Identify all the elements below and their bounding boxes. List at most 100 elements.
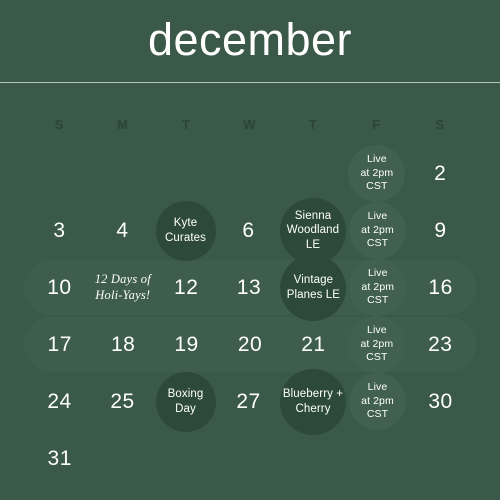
event-badge-product[interactable]: Sienna Woodland LE [280, 197, 346, 264]
event-badge-product[interactable]: Boxing Day [155, 371, 216, 432]
day-number: 27 [236, 390, 261, 413]
event-badge-live[interactable]: Live at 2pm CST [349, 373, 406, 430]
day-number: 17 [47, 333, 72, 356]
day-number: 25 [110, 390, 135, 413]
day-number: 3 [53, 219, 66, 242]
calendar-day-cell[interactable]: 21 [282, 316, 345, 373]
day-number: 21 [301, 333, 326, 356]
weekday-label: S [54, 116, 65, 132]
event-badge-label: Sienna Woodland LE [286, 210, 340, 251]
calendar-event-cell[interactable]: Blueberry + Cherry [280, 368, 346, 435]
calendar-empty-cell [28, 145, 91, 202]
calendar-day-cell[interactable]: 27 [217, 373, 280, 430]
day-number: 19 [174, 333, 199, 356]
event-badge-promo[interactable]: 12 Days of Holi-Yays! [91, 256, 155, 320]
calendar-day-cell[interactable]: 31 [28, 430, 91, 487]
event-badge-label: Live at 2pm CST [361, 267, 395, 307]
calendar-day-cell[interactable]: 19 [155, 316, 218, 373]
calendar-day-cell[interactable]: 25 [91, 373, 154, 430]
event-badge-live[interactable]: Live at 2pm CST [348, 145, 406, 202]
calendar-empty-cell [282, 145, 345, 202]
day-number: 12 [174, 276, 199, 299]
weekday-label: F [372, 116, 382, 132]
day-number: 6 [242, 219, 255, 242]
event-badge-live[interactable]: Live at 2pm CST [349, 259, 407, 316]
event-badge-label: Kyte Curates [165, 217, 206, 244]
calendar-event-cell[interactable]: Live at 2pm CST [345, 316, 408, 373]
day-number: 4 [116, 219, 129, 242]
calendar-event-cell[interactable]: Live at 2pm CST [346, 202, 409, 259]
calendar-day-cell[interactable]: 6 [217, 202, 280, 259]
event-badge-product[interactable]: Vintage Planes LE [280, 254, 347, 321]
calendar-empty-cell [345, 430, 408, 487]
calendar-header: december [0, 0, 500, 83]
calendar-day-cell[interactable]: 12 [155, 259, 218, 316]
day-number: 31 [47, 447, 72, 470]
day-number: 10 [47, 276, 72, 299]
calendar-empty-cell [218, 430, 281, 487]
page-title: december [147, 14, 353, 65]
calendar-day-cell[interactable]: 4 [91, 202, 154, 259]
calendar-event-cell[interactable]: Live at 2pm CST [346, 373, 409, 430]
weekday-label: T [308, 116, 318, 132]
event-badge-label: 12 Days of Holi-Yays! [94, 271, 151, 302]
header-divider [0, 82, 500, 83]
calendar-event-cell[interactable]: Vintage Planes LE [280, 254, 347, 321]
calendar-event-cell[interactable]: 12 Days of Holi-Yays! [91, 259, 155, 316]
calendar-day-cell[interactable]: 18 [91, 316, 154, 373]
calendar-empty-cell [91, 430, 154, 487]
day-number: 13 [236, 276, 262, 299]
calendar-empty-cell [155, 430, 218, 487]
day-number: 30 [428, 390, 453, 413]
calendar-empty-cell [409, 430, 472, 487]
weekday-label: W [243, 116, 257, 132]
calendar-event-cell[interactable]: Boxing Day [154, 371, 217, 432]
calendar-day-cell[interactable]: 16 [409, 259, 472, 316]
event-badge-live[interactable]: Live at 2pm CST [349, 202, 406, 259]
calendar-day-cell[interactable]: 30 [409, 373, 472, 430]
calendar-event-cell[interactable]: Live at 2pm CST [345, 145, 408, 202]
calendar-week-row: 24 25 Boxing Day 27 Blueberry + Cherry Live a… [28, 368, 472, 435]
calendar-day-cell[interactable]: 3 [28, 202, 91, 259]
calendar-grid: Live at 2pm CST 2 3 4 Kyte Curates 6 Sienna Wo… [0, 145, 500, 487]
calendar-empty-cell [91, 145, 154, 202]
calendar-day-cell[interactable]: 17 [28, 316, 91, 373]
calendar-week-row-highlighted: 10 12 Days of Holi-Yays! 12 13 Vintage Plane… [24, 254, 476, 321]
event-badge-label: Vintage Planes LE [286, 274, 341, 301]
day-number: 20 [237, 333, 263, 356]
event-badge-label: Live at 2pm CST [360, 324, 394, 364]
event-badge-product[interactable]: Blueberry + Cherry [280, 368, 346, 435]
event-badge-label: Live at 2pm CST [361, 210, 394, 250]
day-number: 23 [428, 333, 453, 356]
event-badge-label: Boxing Day [167, 388, 204, 415]
calendar-day-cell[interactable]: 24 [28, 373, 91, 430]
weekday-label: S [435, 116, 446, 132]
day-number: 24 [47, 390, 72, 413]
calendar-event-cell[interactable]: Kyte Curates [154, 200, 217, 261]
calendar-day-cell[interactable]: 20 [218, 316, 281, 373]
calendar-day-cell[interactable]: 9 [409, 202, 472, 259]
day-number: 9 [434, 219, 447, 242]
calendar-day-cell[interactable]: 13 [218, 259, 281, 316]
calendar-day-cell[interactable]: 23 [409, 316, 472, 373]
event-badge-product[interactable]: Kyte Curates [155, 200, 216, 261]
day-number: 16 [428, 276, 453, 299]
calendar-event-cell[interactable]: Live at 2pm CST [346, 259, 409, 316]
calendar-week-row-highlighted: 17 18 19 20 21 Live at 2pm CST 23 [24, 316, 476, 373]
event-badge-label: Live at 2pm CST [361, 381, 394, 421]
weekday-label: T [181, 116, 192, 132]
calendar-day-cell[interactable]: 2 [409, 145, 472, 202]
event-badge-label: Blueberry + Cherry [282, 388, 344, 415]
calendar-empty-cell [282, 430, 345, 487]
calendar-day-cell[interactable]: 10 [28, 259, 91, 316]
calendar-empty-cell [155, 145, 218, 202]
december-calendar: december SMTWTFS Live at 2pm CST 2 3 4 Kyte … [0, 0, 500, 500]
calendar-week-row: 31 [28, 430, 472, 487]
calendar-event-cell[interactable]: Sienna Woodland LE [280, 197, 346, 264]
weekday-label: M [117, 116, 130, 132]
weekday-header-row: SMTWTFS [0, 110, 500, 138]
event-badge-live[interactable]: Live at 2pm CST [348, 316, 406, 373]
day-number: 2 [434, 162, 447, 185]
calendar-empty-cell [218, 145, 281, 202]
day-number: 18 [110, 333, 136, 356]
